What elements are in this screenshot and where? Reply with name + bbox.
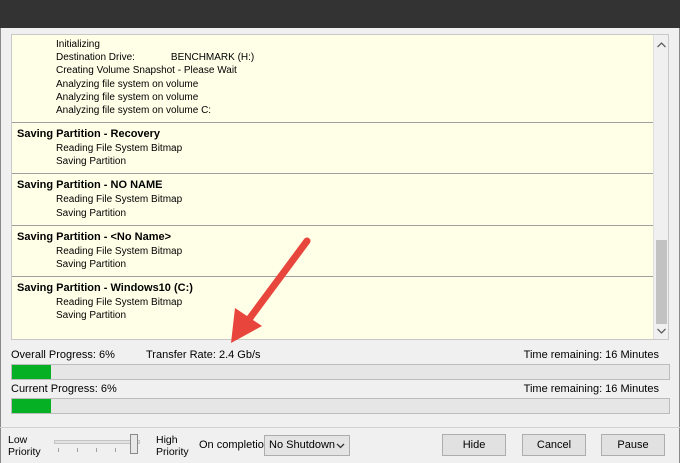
log-line: Analyzing file system on volume [56,78,199,90]
on-completion-label: On completion [199,439,270,451]
cancel-button[interactable]: Cancel [522,434,586,456]
backup-progress-dialog: Initializing Destination Drive: BENCHMARK… [0,28,680,463]
log-group-no-name-2: Saving Partition - <No Name> Reading Fil… [12,226,654,278]
log-line: Saving Partition [56,156,127,168]
slider-thumb[interactable] [130,434,138,454]
window-titlebar [0,0,680,28]
current-progress-bar [11,398,670,414]
high-priority-text: High [156,434,178,446]
low-priority-label: Low Priority [8,434,41,458]
slider-tick [115,448,116,452]
log-group-recovery: Saving Partition - Recovery Reading File… [12,123,654,175]
high-priority-text: Priority [156,446,189,458]
slider-ticks [54,448,140,452]
chevron-up-icon[interactable] [654,37,668,53]
destination-label: Destination Drive: [56,52,135,64]
log-line: Reading File System Bitmap [56,245,183,257]
log-group-initializing: Initializing Destination Drive: BENCHMARK… [12,35,654,123]
slider-tick [58,448,59,452]
overall-time-remaining: Time remaining: 16 Minutes [523,349,659,361]
log-line: Reading File System Bitmap [56,143,183,154]
pause-button[interactable]: Pause [601,434,665,456]
overall-progress-fill [12,365,52,379]
transfer-rate: Transfer Rate: 2.4 Gb/s [146,349,261,361]
chevron-down-icon[interactable] [654,323,668,339]
slider-tick [96,448,97,452]
log-line: Analyzing file system on volume C: [56,105,212,117]
log-group-title: Saving Partition - NO NAME [17,179,163,192]
log-line: Saving Partition [56,207,127,219]
hide-button[interactable]: Hide [442,434,506,456]
log-scrollbar[interactable] [653,35,668,339]
low-priority-text: Low [8,434,28,446]
overall-progress-bar [11,364,670,380]
log-line: Saving Partition [56,259,127,271]
priority-slider[interactable] [54,434,140,456]
overall-progress-row: Overall Progress: 6% Transfer Rate: 2.4 … [11,348,671,362]
on-completion-select[interactable]: No Shutdown [264,435,350,456]
log-group-windows10: Saving Partition - Windows10 (C:) Readin… [12,277,654,327]
log-line-destination: Destination Drive: BENCHMARK (H:) [12,51,654,64]
current-progress-label: Current Progress: 6% [11,383,117,395]
log-group-title: Saving Partition - Recovery [17,128,161,140]
log-line: Analyzing file system on volume [56,91,199,103]
bottom-divider [0,427,680,428]
overall-progress-label: Overall Progress: 6% [11,349,115,361]
destination-value: BENCHMARK (H:) [170,52,255,64]
log-line: Saving Partition [56,310,127,322]
log-line: Creating Volume Snapshot - Please Wait [56,65,237,77]
log-line: Reading File System Bitmap [56,194,183,206]
chevron-down-icon [336,436,345,462]
slider-tick [77,448,78,452]
high-priority-label: High Priority [156,434,189,458]
log-line: Reading File System Bitmap [56,297,183,309]
scroll-thumb[interactable] [656,240,667,324]
current-progress-row: Current Progress: 6% Time remaining: 16 … [11,382,671,396]
log-group-title: Saving Partition - Windows10 (C:) [17,282,193,295]
log-content: Initializing Destination Drive: BENCHMARK… [12,35,654,339]
log-group-title: Saving Partition - <No Name> [17,230,172,243]
current-time-remaining: Time remaining: 16 Minutes [523,383,659,395]
on-completion-value: No Shutdown [269,439,336,451]
log-panel: Initializing Destination Drive: BENCHMARK… [11,34,669,340]
log-line: Initializing [56,39,100,50]
current-progress-fill [12,399,52,413]
log-group-no-name: Saving Partition - NO NAME Reading File … [12,174,654,226]
low-priority-text: Priority [8,446,41,458]
slider-track[interactable] [54,440,140,444]
